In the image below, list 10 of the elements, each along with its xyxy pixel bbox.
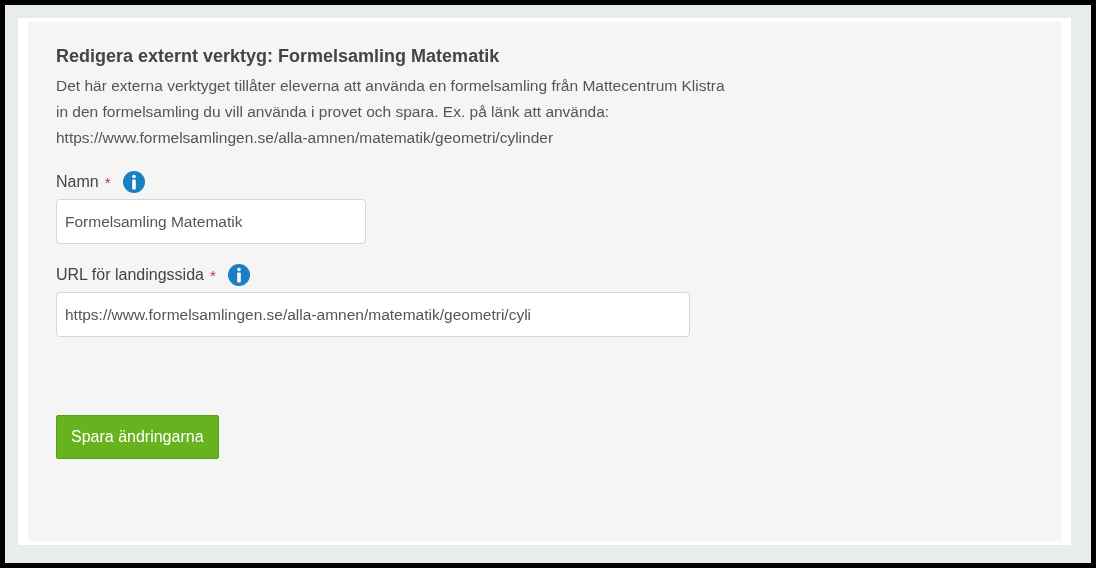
page-title: Redigera externt verktyg: Formelsamling Matematik xyxy=(56,46,501,67)
input-field[interactable]: Formelsamling Matematik xyxy=(56,199,366,244)
required-asterisk: * xyxy=(104,173,111,191)
info-icon[interactable] xyxy=(122,171,145,193)
input-field[interactable]: https://www.formelsamlingen.se/alla-amnen/matematik/geometri/cyli xyxy=(56,292,690,337)
field-label: Namn xyxy=(56,173,99,191)
required-asterisk: * xyxy=(209,266,216,284)
description-text: Det här externa verktyget tillåter eleverna att använda en formelsamling från Mattecentrum Klistra in den formelsamling du vill använda i provet och spara. Ex. på länk att använda: https://www.formelsamlingen.se/alla-amnen/matematik/geometri/cylinder xyxy=(56,76,726,148)
field-label: URL för landingssida xyxy=(56,266,204,284)
info-icon[interactable] xyxy=(227,264,250,286)
